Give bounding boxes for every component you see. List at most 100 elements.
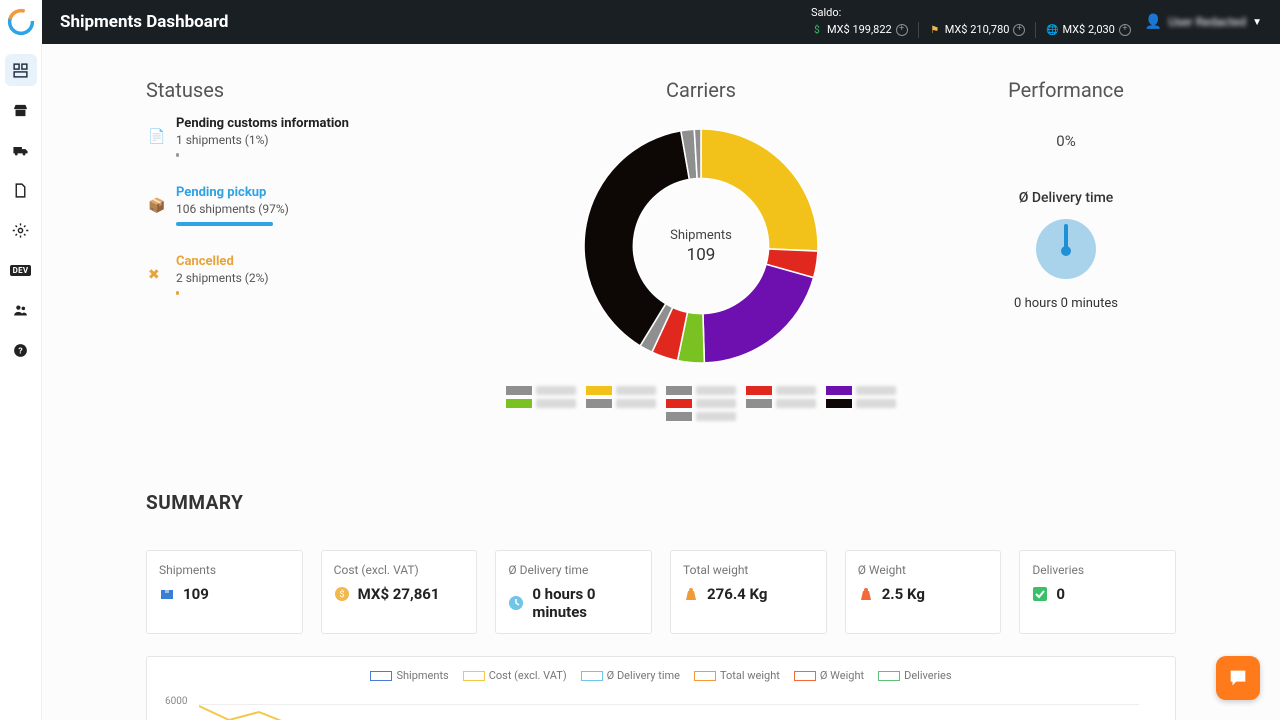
legend-swatch <box>586 386 612 395</box>
legend-swatch <box>746 386 772 395</box>
legend-label-redacted <box>616 399 656 408</box>
legend-swatch <box>826 386 852 395</box>
sidebar-item-dashboard[interactable] <box>5 54 37 86</box>
sidebar-item-shipments[interactable] <box>5 134 37 166</box>
summary-card: Cost (excl. VAT)$MX$ 27,861 <box>321 550 478 634</box>
series-swatch <box>694 671 716 681</box>
clock-icon <box>508 595 524 611</box>
status-item-cancel[interactable]: ✖Cancelled2 shipments (2%) <box>148 254 446 295</box>
status-icon: 📦 <box>148 198 166 214</box>
legend-item[interactable] <box>506 386 576 395</box>
globe-icon: 🌐 <box>1046 24 1058 36</box>
series-legend-item[interactable]: Ø Delivery time <box>581 669 680 682</box>
legend-item[interactable] <box>826 386 896 395</box>
card-label: Ø Weight <box>858 563 989 577</box>
user-menu[interactable]: 👤 User Redacted ▼ <box>1145 14 1262 30</box>
series-swatch <box>463 671 485 681</box>
sidebar-item-settings[interactable] <box>5 214 37 246</box>
series-swatch <box>878 671 900 681</box>
legend-item[interactable] <box>506 399 576 408</box>
sidebar-item-documents[interactable] <box>5 174 37 206</box>
caret-down-icon: ▼ <box>1252 17 1262 28</box>
legend-item[interactable] <box>666 399 736 408</box>
series-label: Ø Delivery time <box>607 669 680 682</box>
topbar: Shipments Dashboard Saldo: $MX$ 199,822+… <box>0 0 1280 44</box>
svg-text:$: $ <box>339 589 344 600</box>
page-title: Shipments Dashboard <box>60 12 229 32</box>
card-label: Ø Delivery time <box>508 563 639 577</box>
summary-cards: Shipments109Cost (excl. VAT)$MX$ 27,861Ø… <box>146 550 1176 634</box>
add-balance-button[interactable]: + <box>1013 24 1025 36</box>
gauge-icon <box>1033 216 1099 282</box>
status-item-pending[interactable]: 📄Pending customs information1 shipments … <box>148 116 446 157</box>
series-label: Ø Weight <box>820 669 864 682</box>
weight-icon <box>683 586 699 602</box>
sidebar-item-help[interactable]: ? <box>5 334 37 366</box>
legend-label-redacted <box>536 399 576 408</box>
carriers-title: Carriers <box>666 78 736 102</box>
legend-label-redacted <box>856 399 896 408</box>
legend-item[interactable] <box>666 386 736 395</box>
series-swatch <box>581 671 603 681</box>
truck-icon <box>12 142 29 159</box>
legend-item[interactable] <box>826 399 896 408</box>
series-legend-item[interactable]: Shipments <box>370 669 448 682</box>
series-legend-item[interactable]: Cost (excl. VAT) <box>463 669 567 682</box>
legend-label-redacted <box>696 386 736 395</box>
legend-item[interactable] <box>746 386 816 395</box>
sidebar-item-dev[interactable]: DEV <box>5 254 37 286</box>
user-icon: 👤 <box>1145 14 1162 30</box>
status-detail: 1 shipments (1%) <box>176 133 349 147</box>
card-label: Total weight <box>683 563 814 577</box>
legend-item[interactable] <box>746 399 816 408</box>
series-legend-item[interactable]: Ø Weight <box>794 669 864 682</box>
series-label: Shipments <box>396 669 448 682</box>
card-value: MX$ 27,861 <box>358 585 440 603</box>
legend-swatch <box>666 386 692 395</box>
card-label: Deliveries <box>1032 563 1163 577</box>
performance-title: Performance <box>956 78 1176 102</box>
legend-item[interactable] <box>586 399 656 408</box>
help-icon: ? <box>12 342 29 359</box>
balance-item: 🌐MX$ 2,030+ <box>1046 23 1130 37</box>
status-detail: 106 shipments (97%) <box>176 202 289 216</box>
status-label: Pending customs information <box>176 116 349 131</box>
y-tick: 6000 <box>165 696 187 707</box>
card-value: 109 <box>183 585 209 603</box>
series-legend-item[interactable]: Total weight <box>694 669 780 682</box>
legend-label-redacted <box>776 399 816 408</box>
add-balance-button[interactable]: + <box>1119 24 1131 36</box>
status-label: Pending pickup <box>176 185 289 200</box>
sidebar-item-store[interactable] <box>5 94 37 126</box>
status-bar <box>176 291 179 295</box>
balance-value: MX$ 210,780 <box>945 23 1010 37</box>
brand-logo[interactable] <box>0 0 42 44</box>
store-icon <box>12 102 29 119</box>
chat-button[interactable] <box>1216 656 1260 700</box>
carriers-donut-chart: Shipments 109 <box>571 116 831 376</box>
add-balance-button[interactable]: + <box>896 24 908 36</box>
flag-icon: ⚑ <box>929 24 941 36</box>
legend-item[interactable] <box>586 386 656 395</box>
legend-swatch <box>826 399 852 408</box>
status-item-pickup[interactable]: 📦 Pending pickup 106 shipments (97%) <box>148 185 446 226</box>
performance-panel: Performance 0% Ø Delivery time 0 hours 0… <box>956 78 1176 421</box>
summary-card: Total weight276.4 Kg <box>670 550 827 634</box>
series-legend-item[interactable]: Deliveries <box>878 669 951 682</box>
dashboard-icon <box>12 62 29 79</box>
legend-swatch <box>506 386 532 395</box>
statuses-panel: Statuses 📄Pending customs information1 s… <box>146 78 446 421</box>
balance-value: MX$ 199,822 <box>827 23 892 37</box>
chat-icon <box>1227 667 1249 689</box>
carriers-panel: Carriers Shipments 109 <box>456 78 946 421</box>
legend-swatch <box>586 399 612 408</box>
summary-card: Deliveries0 <box>1019 550 1176 634</box>
series-swatch <box>794 671 816 681</box>
donut-center-value: 109 <box>687 245 716 265</box>
summary-card: Ø Delivery time0 hours 0 minutes <box>495 550 652 634</box>
donut-center-label: Shipments <box>670 228 732 243</box>
legend-item[interactable] <box>666 412 736 421</box>
status-bar <box>176 153 179 157</box>
carriers-legend <box>471 386 931 421</box>
sidebar-item-users[interactable] <box>5 294 37 326</box>
